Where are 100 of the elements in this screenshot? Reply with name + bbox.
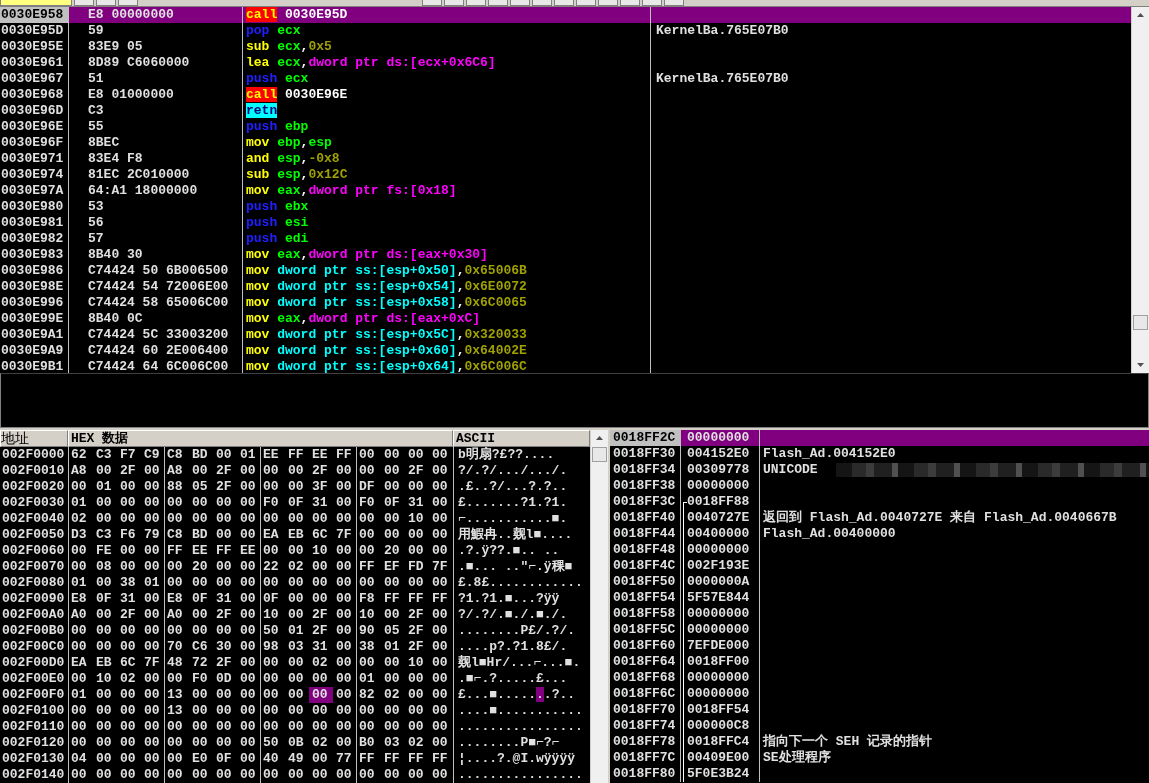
hex-byte[interactable]: 40 (261, 751, 285, 767)
hex-byte[interactable]: 00 (261, 687, 285, 703)
hex-byte[interactable]: 00 (141, 623, 165, 639)
hex-byte[interactable]: 00 (357, 511, 381, 527)
hex-byte[interactable]: 00 (237, 511, 261, 527)
hex-byte[interactable]: 00 (309, 671, 333, 687)
hex-byte[interactable]: 00 (237, 591, 261, 607)
address-cell[interactable]: 0030E986 (0, 263, 68, 279)
address-cell[interactable]: 0030E99E (0, 311, 68, 327)
address-cell[interactable]: 0030E96F (0, 135, 68, 151)
hex-byte[interactable]: 00 (93, 575, 117, 591)
hex-byte[interactable]: 00 (93, 687, 117, 703)
hex-byte[interactable]: 10 (261, 607, 285, 623)
hex-byte[interactable]: 00 (309, 591, 333, 607)
hex-byte[interactable]: 00 (237, 495, 261, 511)
address-cell[interactable]: 002F0050 (0, 527, 68, 543)
hex-byte[interactable]: 00 (213, 687, 237, 703)
hex-byte[interactable]: 00 (309, 767, 333, 783)
hex-byte[interactable]: 00 (237, 655, 261, 671)
hex-byte[interactable]: FE (93, 543, 117, 559)
hex-byte[interactable]: C3 (93, 527, 117, 543)
hex-byte[interactable]: 20 (189, 559, 213, 575)
address-cell[interactable]: 0018FF68 (610, 670, 680, 686)
hex-byte[interactable]: 00 (237, 559, 261, 575)
scroll-thumb[interactable] (1133, 315, 1148, 330)
hex-byte[interactable]: A0 (69, 607, 93, 623)
address-cell[interactable]: 002F00D0 (0, 655, 68, 671)
hex-byte[interactable]: 0F (93, 591, 117, 607)
address-cell[interactable]: 0018FF34 (610, 462, 680, 478)
hex-byte[interactable]: 03 (285, 639, 309, 655)
hex-byte[interactable]: 00 (93, 735, 117, 751)
hex-byte[interactable]: 00 (141, 511, 165, 527)
hex-byte[interactable]: 00 (117, 735, 141, 751)
hex-byte[interactable]: 2F (309, 463, 333, 479)
address-cell[interactable]: 0018FF70 (610, 702, 680, 718)
hex-byte[interactable]: FF (429, 751, 453, 767)
hex-byte[interactable]: 00 (213, 735, 237, 751)
hex-byte[interactable]: 00 (189, 735, 213, 751)
hex-byte[interactable]: 00 (261, 479, 285, 495)
hex-byte[interactable]: 00 (357, 543, 381, 559)
hex-byte[interactable]: 00 (309, 511, 333, 527)
hex-byte[interactable]: 00 (285, 767, 309, 783)
hex-byte[interactable]: 00 (309, 687, 333, 703)
hex-byte[interactable]: 01 (285, 623, 309, 639)
hex-byte[interactable]: 03 (381, 735, 405, 751)
hex-byte[interactable]: 00 (189, 719, 213, 735)
address-cell[interactable]: 002F0010 (0, 463, 68, 479)
address-cell[interactable]: 002F00C0 (0, 639, 68, 655)
hex-byte[interactable]: 88 (165, 479, 189, 495)
hex-byte[interactable]: 00 (429, 735, 453, 751)
hex-byte[interactable]: 00 (381, 607, 405, 623)
address-cell[interactable]: 0018FF38 (610, 478, 680, 494)
hex-byte[interactable]: 00 (141, 591, 165, 607)
hex-byte[interactable]: 00 (69, 559, 93, 575)
hex-byte[interactable]: EE (309, 447, 333, 463)
address-cell[interactable]: 0018FF7C (610, 750, 680, 766)
hex-byte[interactable]: 00 (165, 559, 189, 575)
hex-byte[interactable]: 00 (237, 671, 261, 687)
hex-byte[interactable]: 00 (285, 575, 309, 591)
hex-byte[interactable]: 00 (333, 559, 357, 575)
address-cell[interactable]: 0030E961 (0, 55, 68, 71)
hex-byte[interactable]: 7F (333, 527, 357, 543)
address-cell[interactable]: 0030E96D (0, 103, 68, 119)
address-cell[interactable]: 0030E958 (0, 7, 68, 23)
hex-byte[interactable]: 98 (261, 639, 285, 655)
address-cell[interactable]: 002F0000 (0, 447, 68, 463)
hex-byte[interactable]: 00 (333, 463, 357, 479)
hex-byte[interactable]: EE (261, 447, 285, 463)
hex-byte[interactable]: 00 (69, 719, 93, 735)
hex-byte[interactable]: 00 (333, 639, 357, 655)
hex-byte[interactable]: 00 (165, 623, 189, 639)
hex-byte[interactable]: 00 (405, 479, 429, 495)
hex-byte[interactable]: 02 (69, 511, 93, 527)
hex-byte[interactable]: C3 (93, 447, 117, 463)
hex-byte[interactable]: 00 (69, 479, 93, 495)
hex-byte[interactable]: 00 (285, 511, 309, 527)
hex-byte[interactable]: 02 (285, 559, 309, 575)
hex-byte[interactable]: D3 (69, 527, 93, 543)
hex-byte[interactable]: 00 (213, 447, 237, 463)
hex-byte[interactable]: 00 (405, 447, 429, 463)
hex-byte[interactable]: 00 (213, 703, 237, 719)
hex-byte[interactable]: 00 (357, 527, 381, 543)
hex-byte[interactable]: 00 (141, 671, 165, 687)
hex-byte[interactable]: 00 (429, 463, 453, 479)
hex-byte[interactable]: EF (381, 559, 405, 575)
address-cell[interactable]: 0030E9A1 (0, 327, 68, 343)
hex-byte[interactable]: 49 (285, 751, 309, 767)
hex-byte[interactable]: 00 (141, 639, 165, 655)
hex-byte[interactable]: 00 (309, 751, 333, 767)
hex-byte[interactable]: A8 (69, 463, 93, 479)
hex-byte[interactable]: 00 (237, 767, 261, 783)
hex-byte[interactable]: 13 (165, 703, 189, 719)
hex-byte[interactable]: 01 (69, 687, 93, 703)
hex-byte[interactable]: 00 (69, 543, 93, 559)
hex-byte[interactable]: 38 (357, 639, 381, 655)
hex-byte[interactable]: 00 (93, 623, 117, 639)
hex-byte[interactable]: 2F (213, 463, 237, 479)
hex-byte[interactable]: 00 (333, 607, 357, 623)
hex-byte[interactable]: 2F (213, 479, 237, 495)
hex-byte[interactable]: FD (405, 559, 429, 575)
